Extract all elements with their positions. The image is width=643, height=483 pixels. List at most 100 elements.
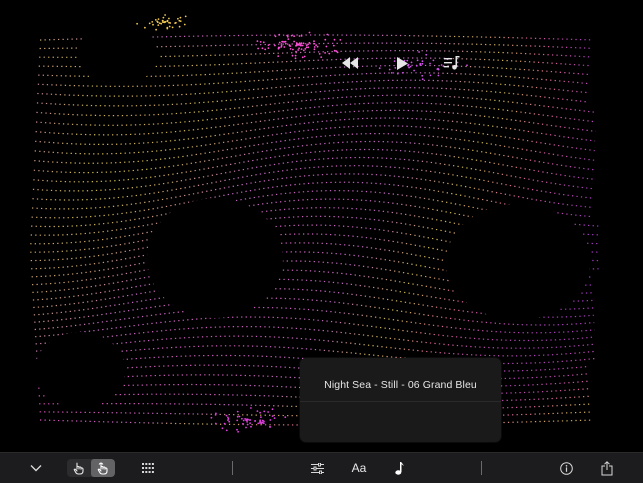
particle-dot — [179, 16, 182, 19]
particle-dot — [257, 422, 260, 425]
particle-dot — [247, 418, 249, 421]
particle-void — [147, 198, 283, 318]
play-button[interactable] — [389, 50, 415, 76]
particle-dot — [425, 53, 428, 56]
particle-dot — [298, 42, 301, 45]
particle-dot — [267, 411, 269, 413]
particle-dot — [293, 35, 295, 38]
particle-dot — [249, 419, 252, 421]
music-button[interactable] — [391, 453, 407, 483]
particle-dot — [244, 418, 247, 420]
touch-mode-2-button[interactable] — [91, 459, 115, 477]
particle-dot — [175, 21, 177, 24]
particle-contour — [33, 148, 594, 183]
grid-button[interactable] — [138, 453, 158, 483]
particle-dot — [415, 65, 418, 67]
particle-dot — [178, 25, 181, 28]
particle-dot — [293, 40, 295, 43]
particle-dot — [313, 48, 316, 51]
particle-dot — [242, 419, 245, 422]
particle-dot — [300, 35, 303, 37]
particle-dot — [297, 49, 300, 51]
particle-dot — [250, 407, 252, 409]
info-icon — [559, 461, 573, 475]
touch-mode-1-button[interactable] — [67, 459, 91, 477]
queue-button[interactable] — [439, 50, 465, 76]
hand-pointer-active-icon — [97, 462, 108, 475]
particle-contour — [35, 326, 596, 349]
particle-dot — [308, 31, 311, 34]
particle-dot — [303, 55, 306, 58]
particle-dot — [301, 56, 304, 59]
particle-dot — [241, 417, 243, 420]
particle-dot — [263, 410, 266, 413]
particle-contour — [32, 156, 593, 192]
particle-dot — [326, 33, 329, 36]
particle-dot — [278, 41, 281, 44]
particle-dot — [223, 422, 226, 425]
particle-dot — [320, 56, 323, 58]
particle-dot — [378, 67, 381, 70]
queue-music-icon — [444, 56, 460, 70]
particle-dot — [284, 42, 287, 45]
particle-dot — [288, 44, 291, 47]
particle-dot — [289, 48, 292, 50]
popup-divider — [300, 401, 501, 402]
grid-dots-icon — [142, 463, 154, 473]
info-button[interactable] — [556, 453, 576, 483]
toolbar-separator — [232, 461, 233, 475]
particle-dot — [155, 28, 158, 31]
rewind-button[interactable] — [337, 50, 363, 76]
particle-dot — [136, 22, 139, 25]
particle-dot — [328, 52, 331, 55]
particle-dot — [334, 49, 336, 52]
particle-dot — [278, 33, 281, 36]
particle-dot — [161, 19, 164, 22]
now-playing-title: Night Sea - Still - 06 Grand Bleu — [324, 379, 477, 391]
particle-dot — [287, 38, 290, 40]
particle-dot — [308, 41, 311, 44]
particle-dot — [254, 420, 257, 422]
particle-dot — [160, 22, 163, 25]
particle-dot — [271, 408, 274, 411]
particle-dot — [237, 430, 240, 433]
toolbar-separator — [481, 461, 482, 475]
particle-contour — [36, 94, 597, 117]
particle-dot — [164, 14, 167, 16]
particle-dot — [300, 48, 303, 50]
particle-dot — [168, 25, 171, 28]
collapse-button[interactable] — [26, 453, 46, 483]
particle-dot — [284, 40, 287, 43]
particle-dot — [292, 48, 294, 51]
particle-dot — [269, 419, 272, 421]
particle-dot — [236, 415, 239, 418]
share-button[interactable] — [597, 453, 617, 483]
particle-dot — [416, 59, 419, 62]
particle-dot — [274, 44, 276, 47]
particle-dot — [302, 42, 305, 45]
particle-dot — [214, 414, 217, 416]
particle-dot — [261, 419, 264, 422]
particle-contour — [35, 109, 596, 136]
sliders-icon — [310, 462, 324, 474]
particle-dot — [267, 47, 270, 49]
particle-dot — [466, 64, 468, 67]
settings-button[interactable] — [307, 453, 327, 483]
particle-dot — [421, 62, 424, 65]
particle-dot — [421, 74, 424, 77]
font-button[interactable]: Aa — [347, 453, 371, 483]
particle-dot — [325, 45, 328, 48]
particle-dot — [236, 410, 239, 413]
particle-dot — [249, 422, 252, 425]
particle-dot — [156, 20, 159, 23]
particle-dot — [296, 43, 299, 46]
particle-dot — [257, 47, 259, 50]
music-note-icon — [394, 461, 403, 475]
particle-dot — [236, 428, 238, 431]
hand-pointer-icon — [73, 462, 84, 475]
particle-dot — [166, 20, 169, 23]
particle-dot — [157, 24, 160, 26]
particle-dot — [419, 64, 422, 66]
particle-dot — [256, 40, 259, 42]
particle-dot — [300, 42, 303, 44]
